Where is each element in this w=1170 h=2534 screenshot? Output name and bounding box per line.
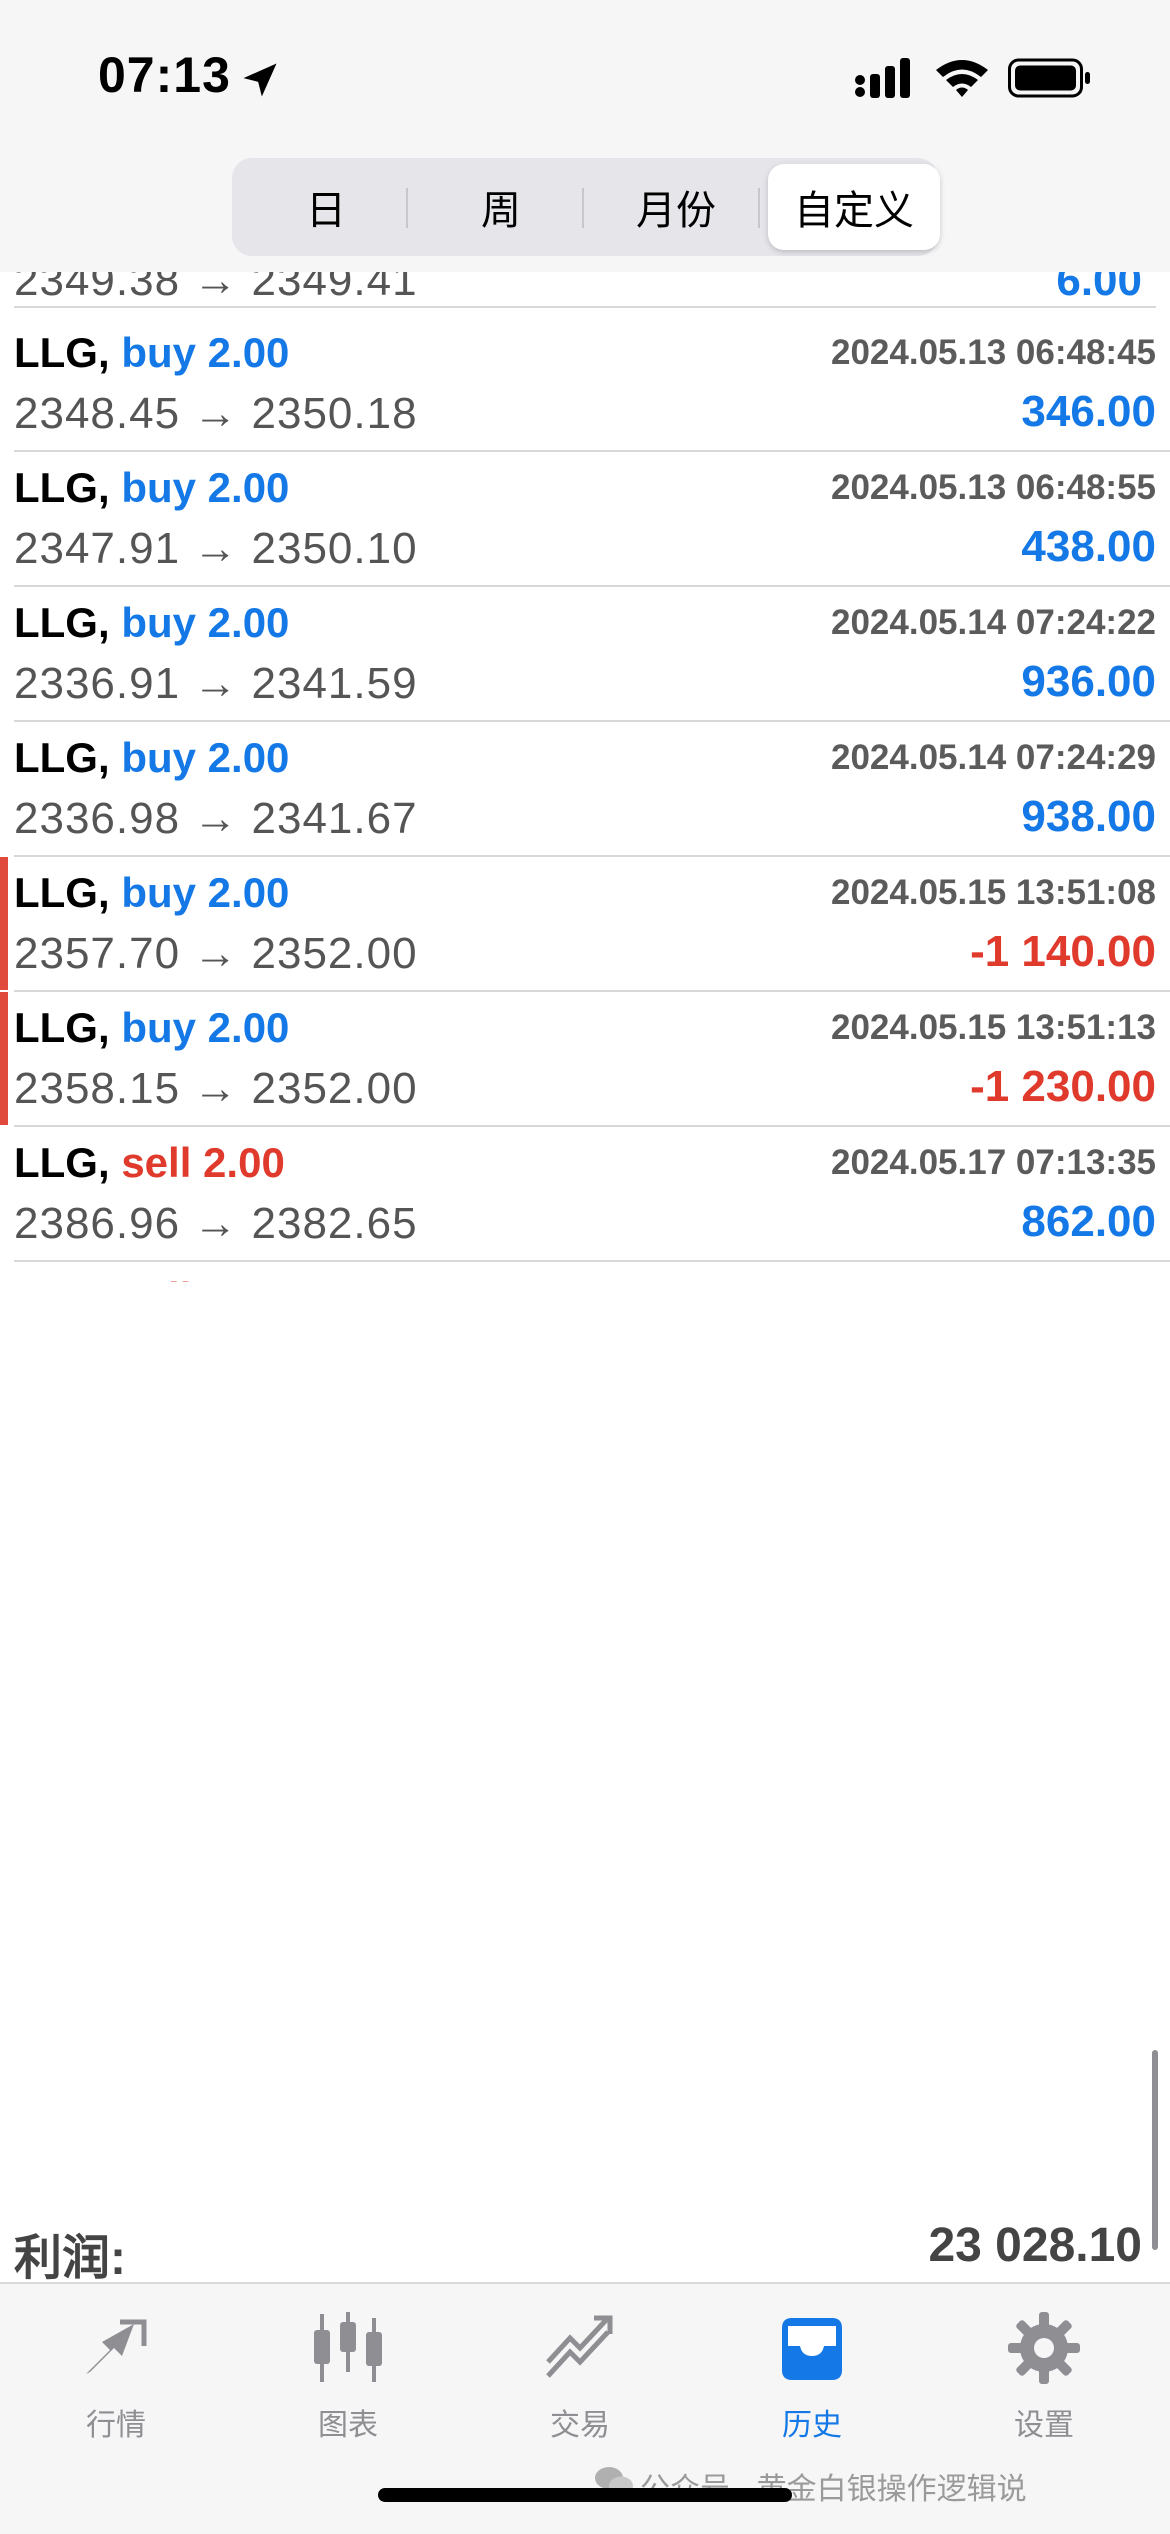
- trade-profit: 438.00: [1021, 522, 1156, 571]
- segment-divider: [406, 188, 408, 228]
- trade-side-volume: buy 2.00: [121, 464, 290, 511]
- wifi-icon: [936, 60, 988, 97]
- period-segmented-control: 日 周 月份 自定义: [232, 158, 940, 256]
- tab-trade[interactable]: 交易: [480, 2302, 680, 2442]
- trade-row[interactable]: LLG, buy 2.00 2024.05.13 06:48:45 2348.45 …: [14, 317, 1170, 452]
- segment-month[interactable]: 月份: [590, 164, 762, 250]
- status-time: 07:13: [98, 47, 231, 103]
- trade-price-range: 2358.15 → 2352.00: [14, 1064, 418, 1113]
- tab-charts[interactable]: 图表: [248, 2302, 448, 2442]
- trade-symbol: LLG,: [14, 734, 110, 781]
- trade-profit: 936.00: [1021, 657, 1156, 706]
- trade-time: 2024.05.14 07:24:29: [831, 738, 1156, 777]
- trade-symbol: LLG,: [14, 464, 110, 511]
- tab-label: 图表: [318, 2409, 378, 2442]
- trade-time: 2024.05.17 07:13:41: [831, 1278, 1156, 1282]
- tab-label: 设置: [1014, 2409, 1074, 2442]
- segment-custom[interactable]: 自定义: [768, 164, 940, 250]
- trade-profit: 346.00: [1021, 387, 1156, 436]
- trade-symbol: LLG,: [14, 329, 110, 376]
- chart-candles-icon: [314, 2312, 382, 2382]
- trade-row[interactable]: LLG, sell 2.002024.05.17 07:13:412387.19…: [14, 1262, 1170, 1282]
- trade-profit: 6.00: [1056, 272, 1142, 305]
- trade-symbol: LLG,: [14, 1139, 110, 1186]
- trade-profit: 862.00: [1021, 1197, 1156, 1246]
- segment-week[interactable]: 周: [415, 164, 587, 250]
- trade-row[interactable]: LLG, buy 2.00 2024.05.14 07:24:29 2336.98 …: [14, 722, 1170, 857]
- trade-rows: LLG, buy 2.00 2024.05.13 06:48:45 2348.45 …: [0, 317, 1170, 1282]
- tab-label: 历史: [782, 2409, 842, 2442]
- trade-time: 2024.05.13 06:48:45: [831, 333, 1156, 372]
- trade-history-list[interactable]: 2349.38 → 2349.41 6.00 LLG, buy 2.00 2024…: [0, 272, 1170, 1282]
- profit-summary: 利润: 23 028.10: [14, 2206, 1156, 2285]
- trade-price-range: 2357.70 → 2352.00: [14, 929, 418, 978]
- trade-header: LLG, buy 2.00: [14, 734, 289, 782]
- trade-header: LLG, buy 2.00: [14, 869, 289, 917]
- trade-side-volume: buy 2.00: [121, 599, 290, 646]
- trade-row[interactable]: LLG, buy 2.00 2024.05.13 06:48:55 2347.91 …: [14, 452, 1170, 587]
- trade-row[interactable]: LLG, buy 2.00 2024.05.14 07:24:22 2336.91 …: [14, 587, 1170, 722]
- trade-header: LLG, buy 2.00: [14, 1004, 289, 1052]
- trade-header: LLG, buy 2.00: [14, 599, 289, 647]
- gear-icon: [1008, 2312, 1080, 2384]
- trade-side-volume: sell 2.00: [121, 1274, 284, 1282]
- summary-total-profit: 23 028.10: [928, 2219, 1142, 2272]
- trade-time: 2024.05.14 07:24:22: [831, 603, 1156, 642]
- trade-price-range: 2348.45 → 2350.18: [14, 389, 418, 438]
- trade-profit: -1 140.00: [970, 927, 1156, 976]
- trade-row[interactable]: LLG, sell 2.00 2024.05.17 07:13:35 2386.96…: [14, 1127, 1170, 1262]
- status-bar: 07:13: [0, 0, 1170, 150]
- period-filter-bar: 日 周 月份 自定义: [0, 150, 1170, 272]
- cellular-signal-icon: [855, 58, 910, 98]
- trade-price-range: 2336.98 → 2341.67: [14, 794, 418, 843]
- tab-label: 行情: [86, 2409, 146, 2442]
- segment-divider: [582, 188, 584, 228]
- trade-header: LLG, sell 2.00: [14, 1274, 285, 1282]
- trade-header: LLG, sell 2.00: [14, 1139, 285, 1187]
- trade-symbol: LLG,: [14, 1274, 110, 1282]
- trade-price-range: 2349.38 → 2349.41: [14, 272, 418, 305]
- trade-row[interactable]: LLG, buy 2.00 2024.05.15 13:51:13 2358.15 …: [0, 992, 1170, 1127]
- trade-side-volume: buy 2.00: [121, 329, 290, 376]
- tab-history[interactable]: 历史: [712, 2302, 912, 2442]
- trade-price-range: 2336.91 → 2341.59: [14, 659, 418, 708]
- summary-label: 利润:: [14, 2232, 126, 2285]
- trade-price-range: 2386.96 → 2382.65: [14, 1199, 418, 1248]
- trade-price-range: 2347.91 → 2350.10: [14, 524, 418, 573]
- trade-side-volume: buy 2.00: [121, 869, 290, 916]
- tab-quotes[interactable]: 行情: [16, 2302, 216, 2442]
- trade-time: 2024.05.15 13:51:13: [831, 1008, 1156, 1047]
- history-inbox-icon: [782, 2318, 842, 2380]
- segment-divider: [758, 188, 760, 228]
- location-arrow-icon: [243, 63, 277, 97]
- battery-icon: [1008, 58, 1090, 98]
- trade-symbol: LLG,: [14, 869, 110, 916]
- trade-profit: 938.00: [1021, 792, 1156, 841]
- quotes-icon: [86, 2319, 147, 2374]
- trade-symbol: LLG,: [14, 1004, 110, 1051]
- list-item-partial[interactable]: 2349.38 → 2349.41 6.00: [14, 272, 1156, 308]
- segment-day[interactable]: 日: [240, 164, 412, 250]
- tab-label: 交易: [550, 2409, 610, 2442]
- trade-time: 2024.05.15 13:51:08: [831, 873, 1156, 912]
- trade-profit: -1 230.00: [970, 1062, 1156, 1111]
- trade-side-volume: sell 2.00: [121, 1139, 285, 1186]
- trade-side-volume: buy 2.00: [121, 1004, 290, 1051]
- trade-symbol: LLG,: [14, 599, 110, 646]
- trade-icon: [546, 2315, 613, 2378]
- trade-header: LLG, buy 2.00: [14, 329, 289, 377]
- trade-time: 2024.05.13 06:48:55: [831, 468, 1156, 507]
- trade-side-volume: buy 2.00: [121, 734, 290, 781]
- tab-settings[interactable]: 设置: [944, 2302, 1144, 2442]
- trade-time: 2024.05.17 07:13:35: [831, 1143, 1156, 1182]
- scrollbar[interactable]: [1152, 2050, 1158, 2250]
- home-indicator[interactable]: [378, 2488, 792, 2502]
- trade-header: LLG, buy 2.00: [14, 464, 289, 512]
- trade-row[interactable]: LLG, buy 2.00 2024.05.15 13:51:08 2357.70 …: [0, 857, 1170, 992]
